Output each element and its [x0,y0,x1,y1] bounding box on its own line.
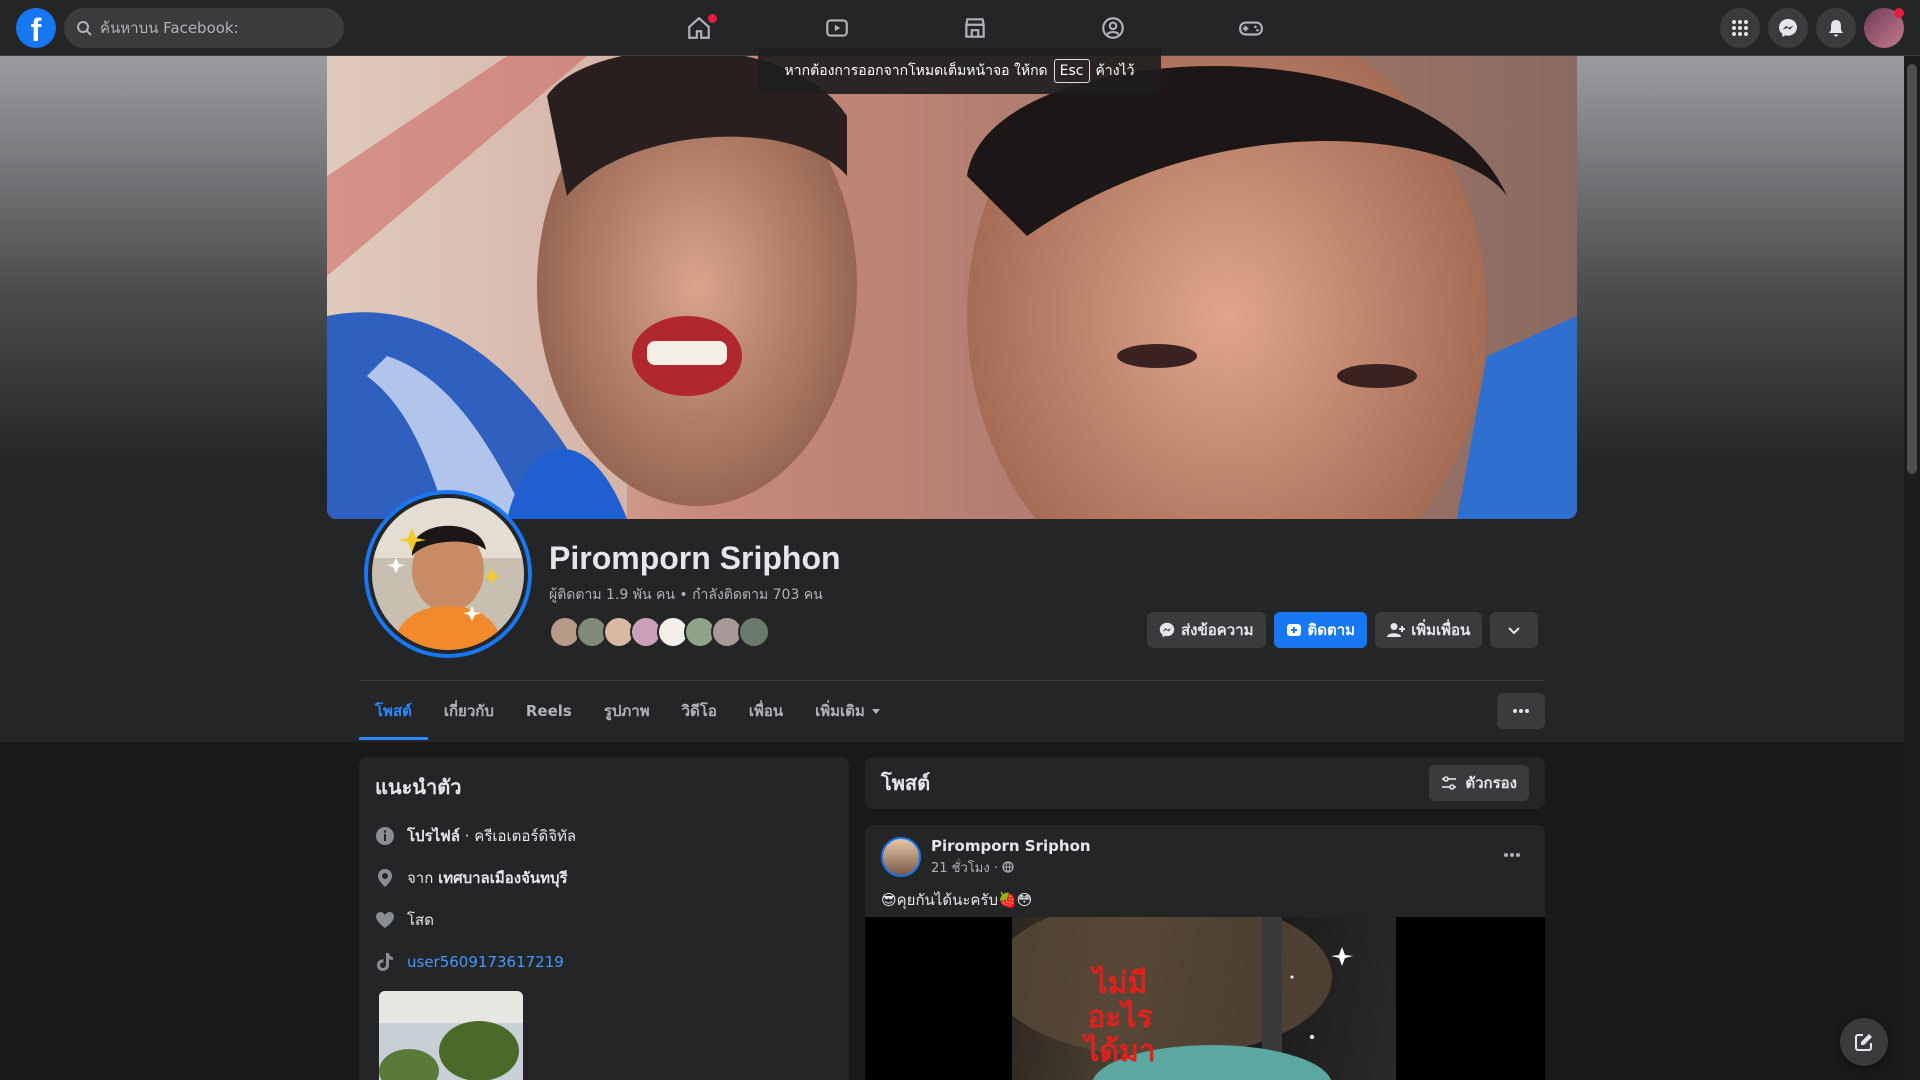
posts-header: โพสต์ ตัวกรอง [865,757,1545,809]
more-dots-icon [1504,853,1520,857]
intro-from-row: จาก เทศบาลเมืองจันทบุรี [375,857,833,899]
send-message-label: ส่งข้อความ [1181,621,1254,639]
follower-stats[interactable]: ผู้ติดตาม 1.9 พัน คน • กำลังติดตาม 703 ค… [549,584,823,606]
tab-more[interactable]: เพิ่มเติม [799,682,899,740]
menu-button[interactable] [1720,8,1760,48]
fullscreen-exit-toast: หากต้องการออกจากโหมดเต็มหน้าจอ ให้กด Esc… [758,48,1161,94]
new-message-button[interactable] [1840,1018,1888,1066]
gaming-icon [1239,21,1263,36]
mutual-friends-avatars[interactable] [549,616,770,648]
toast-text-after: ค้างไว้ [1095,63,1135,79]
add-friend-button[interactable]: เพิ่มเพื่อน [1375,612,1483,648]
post-card: Piromporn Sriphon 21 ชั่วโมง · 😎คุยกันได… [865,825,1545,1080]
intro-card: แนะนำตัว โปรไฟล์ · ครีเอเตอร์ดิจิทัล จาก… [359,757,849,1080]
filter-label: ตัวกรอง [1465,774,1517,792]
search-input[interactable] [100,19,320,37]
marketplace-icon [965,18,985,38]
posts-title: โพสต์ [881,771,931,795]
tab-friends[interactable]: เพื่อน [733,682,799,740]
groups-icon [1102,17,1124,39]
intro-profile-row: โปรไฟล์ · ครีเอเตอร์ดิจิทัล [375,815,833,857]
intro-relationship-row: โสด [375,899,833,941]
tab-about[interactable]: เกี่ยวกับ [428,682,510,740]
tiktok-link[interactable]: user5609173617219 [407,953,564,971]
tab-label: เกี่ยวกับ [443,702,494,720]
post-video[interactable]: ไม่มี อะไร ได้มา [865,917,1545,1080]
messenger-icon [1159,622,1175,638]
tab-photos[interactable]: รูปภาพ [588,682,666,740]
page-scrollbar[interactable] [1904,56,1920,1080]
search-bar[interactable] [64,8,344,48]
tiktok-icon [377,953,393,971]
intro-relationship: โสด [407,911,434,929]
messenger-button[interactable] [1768,8,1808,48]
intro-from-prefix: จาก [407,869,439,887]
globe-icon [1002,861,1014,873]
bell-icon [1829,20,1843,37]
send-message-button[interactable]: ส่งข้อความ [1147,612,1266,648]
caret-down-icon [871,709,880,714]
video-frame[interactable]: ไม่มี อะไร ได้มา [1012,917,1396,1080]
tab-label: เพื่อน [748,702,784,720]
nav-gaming[interactable] [1182,0,1320,56]
toast-text-before: หากต้องการออกจากโหมดเต็มหน้าจอ ให้กด [784,63,1048,79]
filter-icon [1442,776,1457,790]
post-author-name[interactable]: Piromporn Sriphon [931,837,1091,855]
more-actions-button[interactable] [1490,612,1539,648]
intro-profile-category: · ครีเอเตอร์ดิจิทัล [460,827,577,845]
post-options-button[interactable] [1503,843,1521,862]
follow-button[interactable]: ติดตาม [1273,612,1368,648]
tab-reels[interactable]: Reels [510,682,588,740]
add-friend-icon [1387,623,1406,637]
tab-label: เพิ่มเติม [815,702,865,720]
heart-icon [376,912,394,928]
tab-posts[interactable]: โพสต์ [359,682,428,740]
cover-photo[interactable] [327,56,1577,519]
intro-from-place[interactable]: เทศบาลเมืองจันทบุรี [438,869,568,887]
notifications-button[interactable] [1816,8,1856,48]
featured-photo[interactable] [379,991,523,1080]
video-icon [826,19,848,37]
messenger-icon [1779,19,1797,37]
post-text: 😎คุยกันได้นะครับ🍓😳 [881,891,1033,909]
profile-tabs: โพสต์ เกี่ยวกับ Reels รูปภาพ วิดีโอ เพื่… [359,682,899,740]
location-pin-icon [378,869,392,887]
profile-name: Piromporn Sriphon [549,540,841,576]
chevron-down-icon [1508,627,1520,635]
friend-avatar[interactable] [738,616,770,648]
add-friend-label: เพิ่มเพื่อน [1411,621,1471,639]
tab-label: วิดีโอ [681,702,717,720]
grid-menu-icon [1732,20,1748,36]
account-avatar[interactable] [1864,8,1904,48]
scrollbar-thumb[interactable] [1907,64,1917,474]
facebook-logo[interactable]: f [16,8,56,48]
header-divider [359,680,1545,681]
intro-title: แนะนำตัว [375,775,462,799]
follow-label: ติดตาม [1307,621,1356,639]
more-dots-icon [1513,709,1529,713]
search-icon [77,21,92,36]
tab-label: รูปภาพ [603,702,650,720]
esc-key: Esc [1053,59,1090,83]
notification-dot [1894,8,1904,18]
intro-tiktok-row: user5609173617219 [375,941,833,983]
tab-videos[interactable]: วิดีโอ [666,682,733,740]
tab-label: โพสต์ [375,702,412,720]
info-icon [376,827,394,845]
nav-home[interactable] [630,0,768,56]
post-timestamp[interactable]: 21 ชั่วโมง · [931,857,1091,878]
compose-icon [1855,1034,1872,1051]
notification-dot [708,14,717,23]
follow-icon [1286,624,1301,636]
video-caption: ไม่มี อะไร ได้มา [1084,966,1156,1069]
tabs-options-button[interactable] [1497,693,1545,729]
filter-button[interactable]: ตัวกรอง [1429,765,1529,801]
intro-profile-label: โปรไฟล์ [407,827,460,845]
post-time-text: 21 ชั่วโมง · [931,861,998,876]
tab-label: Reels [525,702,572,720]
profile-picture[interactable] [364,490,532,658]
post-author-avatar[interactable] [881,837,921,877]
